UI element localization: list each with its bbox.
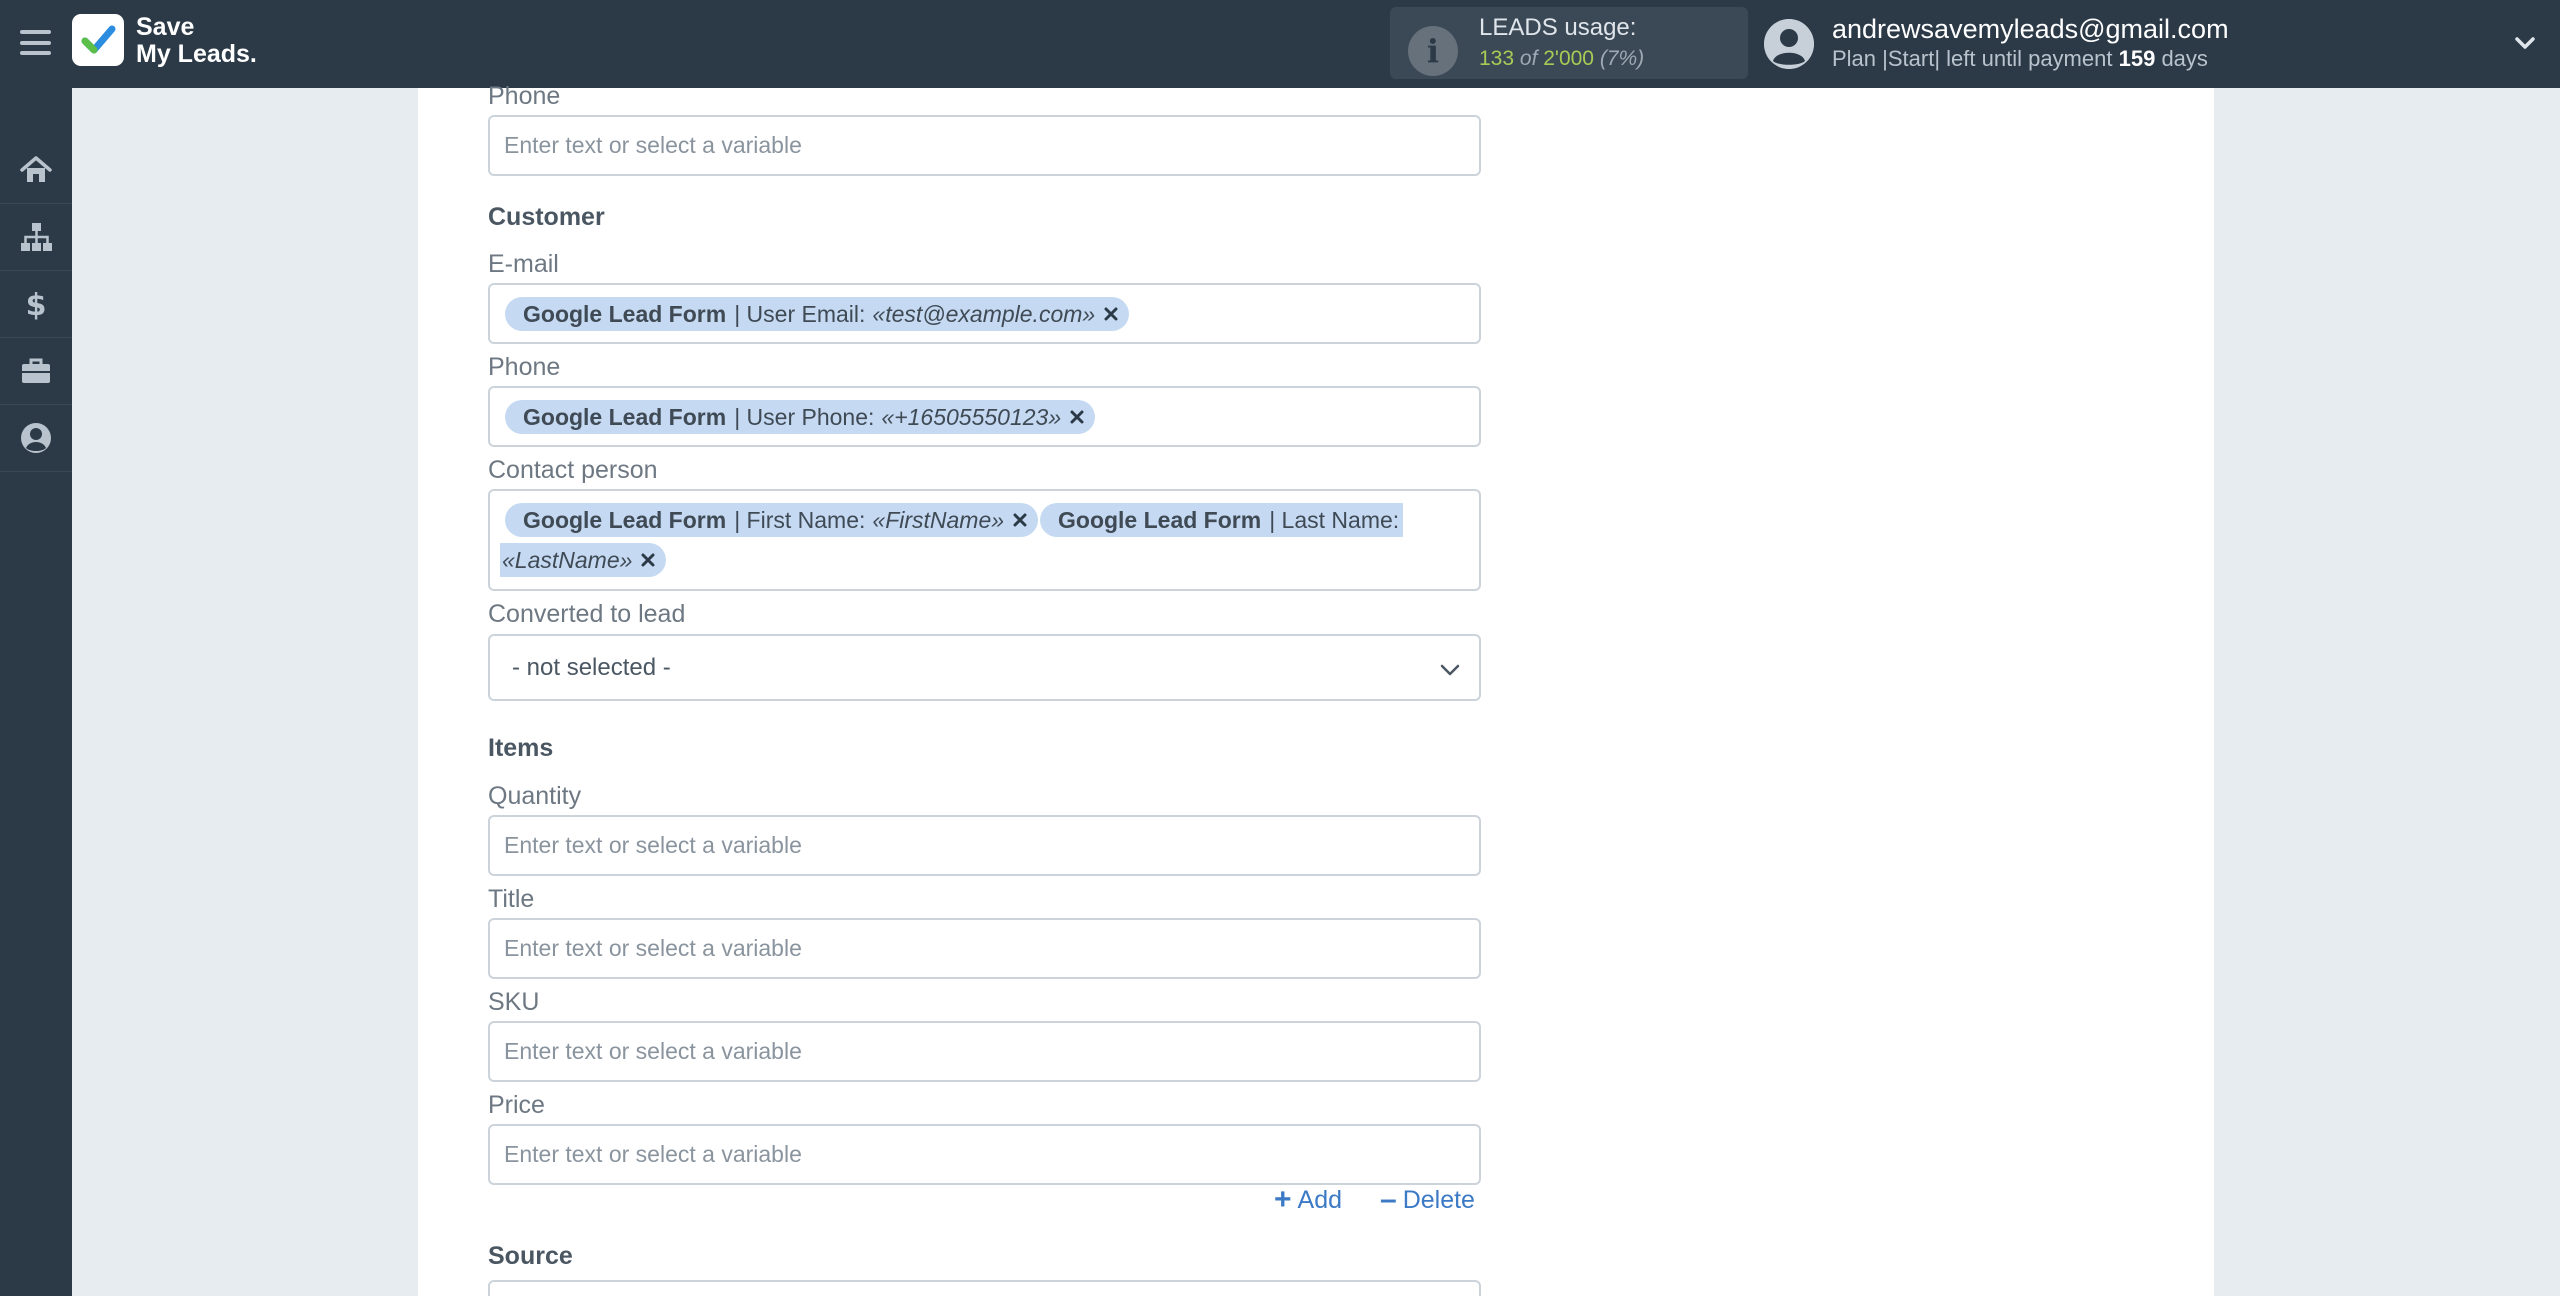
delete-label: Delete [1402,1185,1475,1214]
plan-prefix: Plan |Start| left until payment [1832,46,2113,71]
minus-icon: – [1380,1183,1397,1216]
last-name-variable-chip-wrap[interactable]: «LastName» [500,543,667,577]
account-email[interactable]: andrewsavemyleads@gmail.com [1832,14,2229,45]
sidebar: $ [0,88,72,1296]
sidebar-item-home[interactable] [0,137,72,204]
chip-field: | Last Name: [1269,506,1400,533]
sidebar-item-account[interactable] [0,405,72,472]
sku-input[interactable]: Enter text or select a variable [488,1021,1481,1082]
user-circle-icon [21,423,51,453]
chip-field: | First Name: [734,506,866,533]
add-item-button[interactable]: + Add [1274,1183,1342,1217]
info-icon: i [1408,26,1458,76]
plus-icon: + [1274,1183,1292,1216]
source-title: Source [488,1242,573,1270]
phone-input[interactable]: Google Lead Form | User Phone: «+1650555… [488,386,1481,447]
usage-total: 2'000 [1543,47,1594,70]
sku-label: SKU [488,988,540,1016]
home-icon [20,156,52,182]
price-input[interactable]: Enter text or select a variable [488,1124,1481,1185]
phone-top-input[interactable]: Enter text or select a variable [488,115,1481,176]
chip-source: Google Lead Form [523,506,727,533]
svg-text:$: $ [26,288,47,321]
plan-suffix: days [2161,46,2208,71]
logo-icon[interactable] [72,14,124,66]
usage-of: of [1519,47,1538,70]
contact-person-label: Contact person [488,456,658,484]
chip-source: Google Lead Form [523,403,727,430]
contact-person-input[interactable]: Google Lead Form | First Name: «FirstNam… [488,489,1481,591]
close-icon[interactable] [640,552,656,568]
phone-label: Phone [488,353,561,381]
email-variable-chip[interactable]: Google Lead Form | User Email: «test@exa… [505,297,1130,331]
chevron-down-icon[interactable] [2510,28,2540,58]
source-input[interactable] [488,1280,1481,1296]
avatar[interactable] [1764,19,1814,69]
menu-icon[interactable] [20,27,51,58]
phone-variable-chip[interactable]: Google Lead Form | User Phone: «+1650555… [505,400,1096,434]
sidebar-item-projects[interactable] [0,338,72,405]
account-plan: Plan |Start| left until payment 159 days [1832,46,2208,72]
briefcase-icon [22,358,50,383]
converted-to-lead-select[interactable]: - not selected - [488,634,1481,701]
title-input[interactable]: Enter text or select a variable [488,918,1481,979]
sku-placeholder: Enter text or select a variable [504,1038,802,1064]
sidebar-item-billing[interactable]: $ [0,271,72,338]
close-icon[interactable] [1012,512,1028,528]
top-bar: Save My Leads. i LEADS usage: 133 of 2'0… [0,0,2560,88]
chip-value: «LastName» [502,546,633,573]
converted-to-lead-label: Converted to lead [488,600,686,628]
close-icon[interactable] [1103,306,1119,322]
usage-label: LEADS usage: [1479,14,1637,41]
logo-text[interactable]: Save My Leads. [136,14,257,68]
title-label: Title [488,885,535,913]
phone-top-label: Phone [488,82,561,110]
chip-source: Google Lead Form [523,300,727,327]
quantity-label: Quantity [488,782,582,810]
leads-usage-panel: i LEADS usage: 133 of 2'000 (7%) [1390,7,1748,79]
quantity-placeholder: Enter text or select a variable [504,832,802,858]
sidebar-item-connections[interactable] [0,204,72,271]
phone-top-placeholder: Enter text or select a variable [504,132,802,158]
plan-days: 159 [2118,46,2156,71]
converted-to-lead-value: - not selected - [512,653,671,681]
usage-percent: (7%) [1599,47,1645,70]
first-name-variable-chip[interactable]: Google Lead Form | First Name: «FirstNam… [505,503,1039,537]
chevron-down-icon [1440,664,1460,676]
email-label: E-mail [488,250,559,278]
quantity-input[interactable]: Enter text or select a variable [488,815,1481,876]
items-title: Items [488,734,554,762]
logo-line-1: Save [136,13,195,41]
close-icon[interactable] [1069,409,1085,425]
last-name-variable-chip[interactable]: Google Lead Form | Last Name: [1040,503,1404,537]
chip-source: Google Lead Form [1058,506,1262,533]
email-input[interactable]: Google Lead Form | User Email: «test@exa… [488,283,1481,344]
price-label: Price [488,1091,545,1119]
chip-value: «+16505550123» [881,403,1062,430]
chip-value: «FirstName» [872,506,1005,533]
title-placeholder: Enter text or select a variable [504,935,802,961]
add-label: Add [1297,1185,1343,1214]
sitemap-icon [21,223,52,251]
price-placeholder: Enter text or select a variable [504,1141,802,1167]
usage-used: 133 [1479,47,1515,70]
usage-count: 133 of 2'000 (7%) [1479,47,1644,71]
customer-title: Customer [488,203,605,231]
chip-value: «test@example.com» [872,300,1096,327]
chip-field: | User Email: [734,300,866,327]
delete-item-button[interactable]: – Delete [1380,1183,1475,1217]
logo-line-2: My Leads. [136,40,257,68]
dollar-icon: $ [26,288,47,321]
chip-field: | User Phone: [734,403,875,430]
